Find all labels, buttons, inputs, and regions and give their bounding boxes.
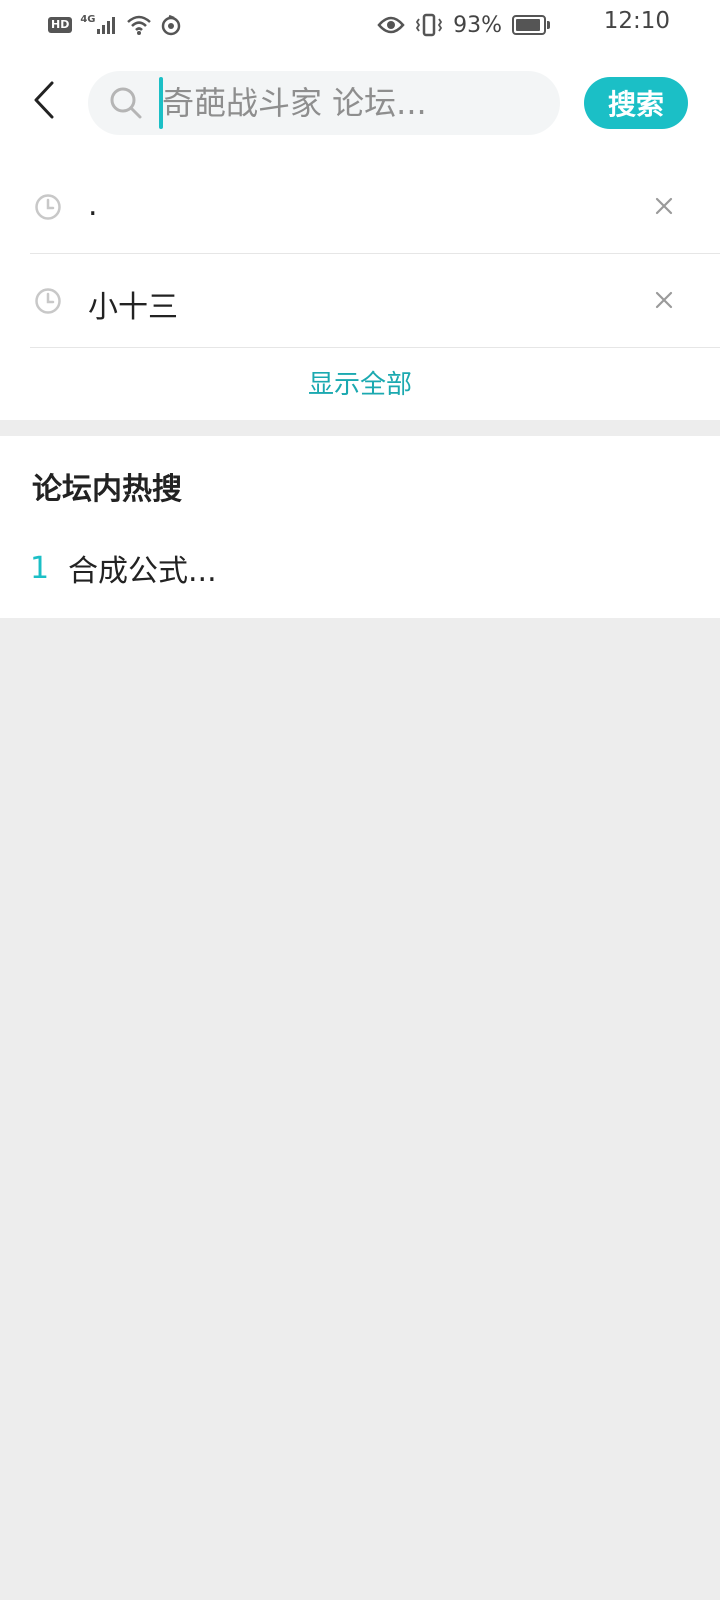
close-icon[interactable]: [650, 192, 678, 220]
battery-percent: 93%: [453, 12, 502, 38]
close-icon[interactable]: [650, 286, 678, 314]
hot-search-title: 论坛内热搜: [32, 472, 182, 507]
network-type: 4G: [80, 13, 96, 25]
status-left: HD 4G: [48, 12, 182, 38]
status-bar: HD 4G 93% 12:10: [0, 0, 720, 50]
hot-search-rank: 1: [30, 550, 50, 586]
hot-search-item[interactable]: 1 合成公式...: [30, 546, 217, 590]
app-notification-icon: [161, 14, 180, 36]
hd-badge: HD: [48, 17, 73, 33]
wifi-icon: [126, 15, 151, 35]
status-time: 12:10: [603, 8, 670, 34]
hot-search-section: 论坛内热搜 1 合成公式...: [0, 436, 720, 618]
history-item-text: .: [88, 188, 98, 223]
status-right: 93%: [377, 10, 550, 40]
search-history-list: . 小十三: [0, 160, 720, 348]
search-button[interactable]: 搜索: [584, 77, 688, 129]
search-box[interactable]: [88, 71, 560, 135]
search-input[interactable]: [162, 77, 542, 129]
search-page: HD 4G 93% 12:10 奇葩战斗家 论坛... 搜索 . 小十三 显示全…: [0, 0, 720, 1600]
chevron-left-icon: [34, 81, 54, 119]
history-item[interactable]: .: [30, 160, 720, 254]
eye-icon: [377, 16, 405, 34]
history-item-text: 小十三: [88, 290, 178, 325]
clock-icon: [35, 288, 61, 314]
search-header: 搜索: [0, 60, 720, 148]
signal-icon: [96, 17, 115, 34]
show-all-button[interactable]: 显示全部: [0, 358, 720, 412]
vibrate-icon: [416, 13, 443, 37]
back-button[interactable]: [20, 76, 68, 124]
search-icon: [110, 87, 142, 119]
battery-icon: [512, 15, 550, 35]
hot-search-text: 合成公式...: [68, 554, 217, 589]
history-item[interactable]: 小十三: [30, 254, 720, 348]
clock-icon: [35, 194, 61, 220]
